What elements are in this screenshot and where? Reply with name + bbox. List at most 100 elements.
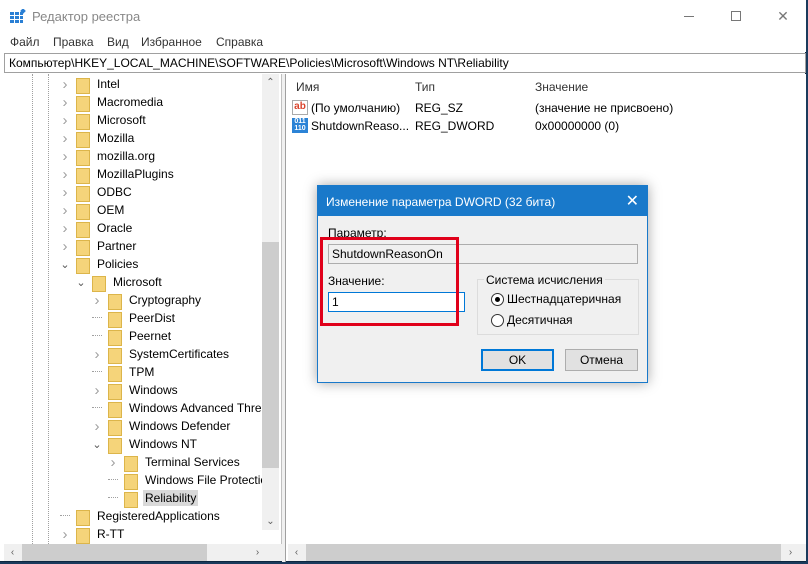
menu-file[interactable]: Файл <box>10 35 40 49</box>
chevron-right-icon[interactable]: › <box>60 93 70 111</box>
tree-connector <box>108 471 118 480</box>
menu-view[interactable]: Вид <box>107 35 129 49</box>
chevron-right-icon[interactable]: › <box>60 75 70 93</box>
chevron-right-icon[interactable]: › <box>108 453 118 471</box>
chevron-right-icon[interactable]: › <box>60 165 70 183</box>
scroll-right-icon[interactable]: › <box>249 544 266 561</box>
tree-item[interactable]: Windows File Protection <box>108 471 276 490</box>
dialog-close-icon[interactable]: ✕ <box>626 191 639 211</box>
regedit-app-icon <box>10 9 26 23</box>
tree-item[interactable]: Reliability <box>108 489 199 508</box>
tree-item[interactable]: › Intel <box>60 75 122 94</box>
tree-item[interactable]: TPM <box>92 363 156 382</box>
folder-icon <box>107 364 123 382</box>
chevron-right-icon[interactable]: › <box>60 237 70 255</box>
scroll-left-icon[interactable]: ‹ <box>288 544 305 561</box>
menu-favorites[interactable]: Избранное <box>141 35 202 49</box>
pane-splitter[interactable] <box>282 74 286 562</box>
folder-icon <box>75 202 91 220</box>
tree-item[interactable]: PeerDist <box>92 309 177 328</box>
tree-item[interactable]: › Cryptography <box>92 291 203 310</box>
ok-button[interactable]: OK <box>481 349 554 371</box>
tree-item[interactable]: › Terminal Services <box>108 453 242 472</box>
chevron-right-icon[interactable]: › <box>60 183 70 201</box>
tree-item[interactable]: ⌄ Policies <box>60 255 140 274</box>
tree-item[interactable]: › OEM <box>60 201 126 220</box>
tree-item-label: Terminal Services <box>145 455 240 469</box>
chevron-right-icon[interactable]: › <box>60 147 70 165</box>
list-horizontal-scrollbar[interactable]: ‹ › <box>288 544 806 561</box>
folder-icon <box>123 472 139 490</box>
chevron-down-icon[interactable]: ⌄ <box>92 435 102 453</box>
chevron-right-icon[interactable]: › <box>60 525 70 543</box>
tree-item[interactable]: › Windows Defender <box>92 417 232 436</box>
tree-item-label: Policies <box>97 257 139 271</box>
tree-item-label: MozillaPlugins <box>97 167 174 181</box>
folder-icon <box>107 292 123 310</box>
title-bar: Редактор реестра ✕ <box>0 0 806 32</box>
chevron-right-icon[interactable]: › <box>60 111 70 129</box>
chevron-right-icon[interactable]: › <box>92 345 102 363</box>
maximize-button[interactable] <box>713 0 759 32</box>
tree-item[interactable]: › Partner <box>60 237 138 256</box>
tree-item[interactable]: › Mozilla <box>60 129 136 148</box>
address-bar[interactable]: Компьютер\HKEY_LOCAL_MACHINE\SOFTWARE\Po… <box>4 53 806 73</box>
folder-icon <box>75 112 91 130</box>
tree-vertical-thumb[interactable] <box>262 242 279 468</box>
tree-item[interactable]: ⌄ Windows NT <box>92 435 199 454</box>
chevron-right-icon[interactable]: › <box>60 219 70 237</box>
menu-edit[interactable]: Правка <box>53 35 94 49</box>
tree-item[interactable]: › Macromedia <box>60 93 165 112</box>
chevron-right-icon[interactable]: › <box>60 201 70 219</box>
tree-item[interactable]: › ODBC <box>60 183 134 202</box>
chevron-right-icon[interactable]: › <box>92 381 102 399</box>
tree-item-label: Windows File Protection <box>145 473 274 487</box>
close-button[interactable]: ✕ <box>760 0 806 32</box>
column-type[interactable]: Тип <box>415 80 435 94</box>
tree-item[interactable]: › mozilla.org <box>60 147 157 166</box>
tree-item-label: Reliability <box>143 490 199 506</box>
chevron-right-icon[interactable]: › <box>92 291 102 309</box>
chevron-right-icon[interactable]: › <box>92 417 102 435</box>
chevron-down-icon[interactable]: ⌄ <box>60 255 70 273</box>
radio-dec-label: Десятичная <box>507 313 573 327</box>
highlight-annotation-box <box>320 237 459 326</box>
folder-icon <box>75 76 91 94</box>
folder-icon <box>75 184 91 202</box>
column-name[interactable]: Имя <box>296 80 319 94</box>
tree-horizontal-thumb[interactable] <box>22 544 207 561</box>
tree-item-label: SystemCertificates <box>129 347 230 361</box>
cancel-button[interactable]: Отмена <box>565 349 638 371</box>
tree-item[interactable]: › Windows <box>92 381 180 400</box>
value-type: REG_SZ <box>415 101 464 115</box>
column-value[interactable]: Значение <box>535 80 588 94</box>
tree-item[interactable]: RegisteredApplications <box>60 507 222 526</box>
tree-item[interactable]: › Microsoft <box>60 111 148 130</box>
minimize-button[interactable] <box>666 0 712 32</box>
tree-vertical-scrollbar[interactable]: ⌃ ⌄ <box>262 74 279 530</box>
tree-item[interactable]: › R-TT <box>60 525 126 544</box>
tree-item[interactable]: › SystemCertificates <box>92 345 231 364</box>
scroll-right-icon[interactable]: › <box>782 544 799 561</box>
tree-item[interactable]: › MozillaPlugins <box>60 165 176 184</box>
folder-icon <box>75 238 91 256</box>
tree-item[interactable]: › Oracle <box>60 219 134 238</box>
folder-icon <box>107 436 123 454</box>
chevron-down-icon[interactable]: ⌄ <box>76 273 86 291</box>
chevron-right-icon[interactable]: › <box>60 129 70 147</box>
list-horizontal-thumb[interactable] <box>306 544 781 561</box>
scroll-down-icon[interactable]: ⌄ <box>262 513 279 530</box>
tree-item-label: RegisteredApplications <box>97 509 220 523</box>
tree-item[interactable]: ⌄ Microsoft <box>76 273 164 292</box>
value-name: ShutdownReaso... <box>311 119 410 133</box>
tree-item[interactable]: Windows Advanced Threat <box>92 399 274 418</box>
folder-icon <box>107 346 123 364</box>
menu-help[interactable]: Справка <box>216 35 263 49</box>
scroll-left-icon[interactable]: ‹ <box>4 544 21 561</box>
value-data: 0x00000000 (0) <box>535 119 620 133</box>
scroll-up-icon[interactable]: ⌃ <box>262 74 279 91</box>
tree-item[interactable]: Peernet <box>92 327 173 346</box>
radio-decimal[interactable]: Десятичная <box>491 313 573 327</box>
radio-hexadecimal[interactable]: Шестнадцатеричная <box>491 292 621 306</box>
tree-horizontal-scrollbar[interactable]: ‹ › <box>4 544 282 561</box>
